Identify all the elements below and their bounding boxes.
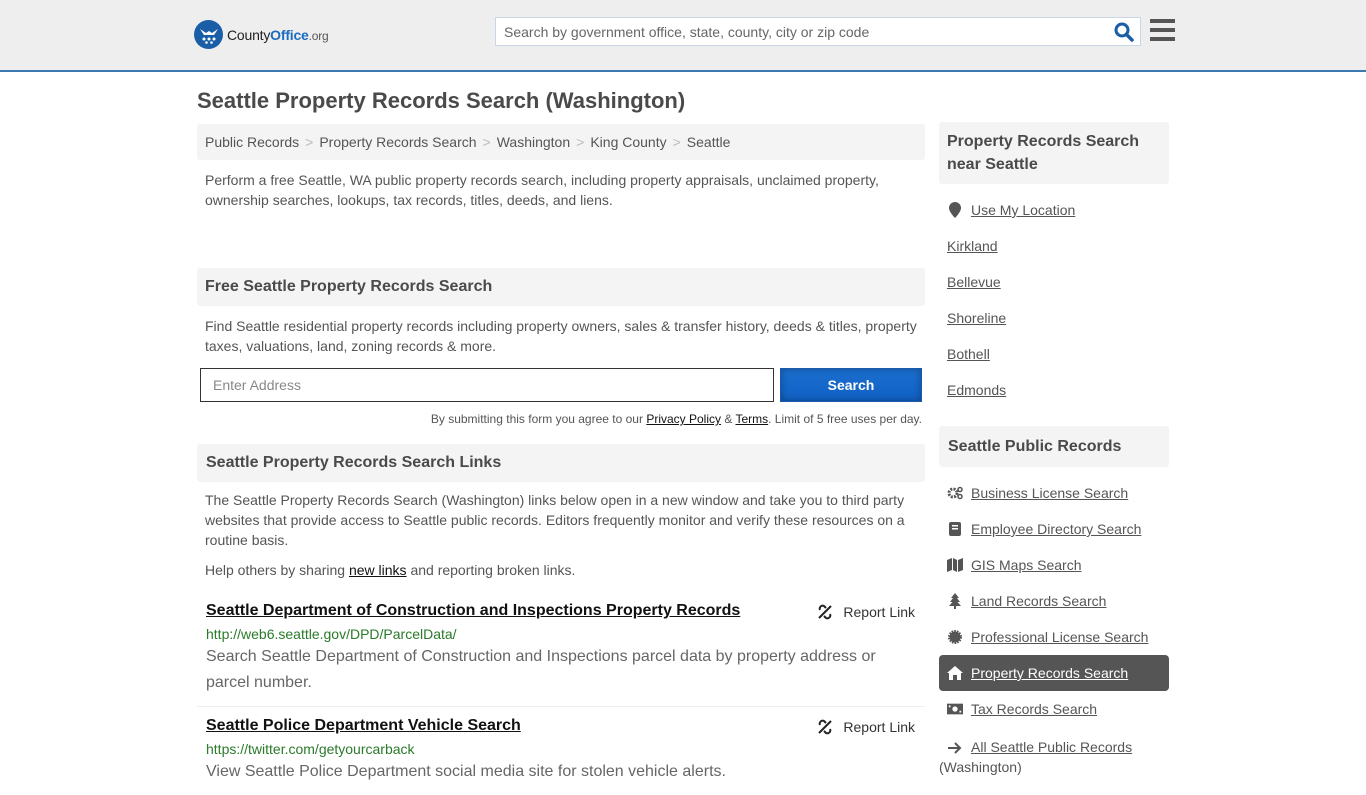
logo-text: CountyOffice.org	[227, 26, 329, 43]
link-item: Seattle Police Department Vehicle Search…	[197, 707, 925, 795]
eagle-logo-icon	[194, 20, 223, 49]
disclaimer-amp: &	[721, 412, 736, 426]
site-header: CountyOffice.org	[0, 0, 1366, 72]
map-icon	[947, 557, 963, 573]
sidebar-item-tax-records[interactable]: Tax Records Search	[939, 691, 1169, 727]
sidebar-item-land-records[interactable]: Land Records Search	[939, 583, 1169, 619]
search-icon[interactable]	[1114, 22, 1134, 42]
breadcrumb-public-records[interactable]: Public Records	[205, 134, 299, 150]
public-records-heading: Seattle Public Records	[939, 426, 1169, 467]
home-icon	[947, 665, 963, 681]
link-description: View Seattle Police Department social me…	[206, 763, 726, 780]
breadcrumb-separator: >	[305, 134, 314, 150]
arrow-right-icon	[947, 740, 963, 756]
nearby-list: Use My Location Kirkland Bellevue Shorel…	[939, 184, 1169, 418]
sidebar-item-all-records[interactable]: All Seattle Public Records (Washington)	[939, 727, 1169, 777]
sidebar-item-employee-directory[interactable]: Employee Directory Search	[939, 511, 1169, 547]
free-search-heading: Free Seattle Property Records Search	[197, 268, 925, 306]
nearby-city-link[interactable]: Bothell	[947, 346, 990, 362]
address-input[interactable]	[200, 368, 774, 402]
breadcrumb-seattle: Seattle	[686, 134, 731, 150]
intro-text: Perform a free Seattle, WA public proper…	[205, 172, 879, 208]
tree-icon	[947, 593, 963, 609]
nearby-city-bellevue[interactable]: Bellevue	[939, 264, 1169, 300]
sidebar-link[interactable]: Professional License Search	[971, 629, 1148, 645]
nearby-city-kirkland[interactable]: Kirkland	[939, 228, 1169, 264]
breadcrumb-king-county[interactable]: King County	[590, 134, 666, 150]
sidebar-link[interactable]: Land Records Search	[971, 593, 1106, 609]
report-link-button[interactable]: Report Link	[817, 604, 915, 620]
privacy-policy-link[interactable]: Privacy Policy	[646, 412, 721, 426]
use-my-location-link[interactable]: Use My Location	[971, 202, 1075, 218]
sidebar-link[interactable]: Tax Records Search	[971, 701, 1097, 717]
link-url: http://web6.seattle.gov/DPD/ParcelData/	[206, 626, 457, 642]
report-link-label: Report Link	[843, 719, 915, 735]
search-button[interactable]: Search	[780, 368, 922, 402]
sidebar: Property Records Search near Seattle Use…	[939, 122, 1169, 787]
sidebar-link[interactable]: Property Records Search	[971, 665, 1128, 681]
breadcrumb: Public Records > Property Records Search > W…	[197, 124, 925, 160]
use-my-location[interactable]: Use My Location	[939, 192, 1169, 228]
hamburger-menu-icon[interactable]	[1150, 19, 1175, 41]
link-item: Seattle Department of Construction and I…	[197, 592, 925, 707]
help-suffix: and reporting broken links.	[406, 562, 576, 578]
main-content: Public Records > Property Records Search > W…	[197, 124, 925, 795]
breadcrumb-separator: >	[576, 134, 585, 150]
form-disclaimer: By submitting this form you agree to our…	[197, 412, 925, 426]
terms-link[interactable]: Terms	[735, 412, 768, 426]
sidebar-item-gis-maps[interactable]: GIS Maps Search	[939, 547, 1169, 583]
disclaimer-text: By submitting this form you agree to our	[430, 412, 647, 426]
links-description: The Seattle Property Records Search (Was…	[205, 492, 905, 548]
link-title[interactable]: Seattle Department of Construction and I…	[206, 602, 740, 619]
links-heading: Seattle Property Records Search Links	[197, 444, 925, 482]
page-title: Seattle Property Records Search (Washing…	[197, 88, 686, 113]
sidebar-link[interactable]: All Seattle Public Records	[971, 739, 1132, 755]
certificate-icon	[947, 629, 963, 645]
sidebar-link[interactable]: GIS Maps Search	[971, 557, 1082, 573]
link-title[interactable]: Seattle Police Department Vehicle Search	[206, 717, 521, 734]
free-search-description: Find Seattle residential property record…	[205, 318, 917, 354]
breadcrumb-separator: >	[482, 134, 491, 150]
broken-link-icon	[818, 604, 833, 620]
breadcrumb-washington[interactable]: Washington	[497, 134, 570, 150]
nearby-city-edmonds[interactable]: Edmonds	[939, 372, 1169, 408]
nearby-city-link[interactable]: Shoreline	[947, 310, 1006, 326]
site-search-input[interactable]	[496, 18, 1096, 45]
money-icon	[947, 701, 963, 717]
nearby-city-link[interactable]: Kirkland	[947, 238, 998, 254]
sidebar-item-business-license[interactable]: Business License Search	[939, 475, 1169, 511]
address-search-form: Search	[197, 368, 925, 402]
gears-icon	[947, 485, 963, 501]
report-link-label: Report Link	[843, 604, 915, 620]
sidebar-link[interactable]: Employee Directory Search	[971, 521, 1141, 537]
links-list: Seattle Department of Construction and I…	[197, 592, 925, 795]
nearby-city-shoreline[interactable]: Shoreline	[939, 300, 1169, 336]
new-links-link[interactable]: new links	[349, 562, 407, 578]
map-marker-icon	[947, 202, 963, 218]
help-prefix: Help others by sharing	[205, 562, 349, 578]
disclaimer-limit: . Limit of 5 free uses per day.	[768, 412, 922, 426]
link-url: https://twitter.com/getyourcarback	[206, 741, 415, 757]
breadcrumb-separator: >	[672, 134, 681, 150]
sidebar-item-property-records[interactable]: Property Records Search	[939, 655, 1169, 691]
nearby-heading: Property Records Search near Seattle	[939, 122, 1169, 184]
nearby-city-link[interactable]: Bellevue	[947, 274, 1001, 290]
site-search	[495, 17, 1141, 46]
public-records-list: Business License Search Employee Directo…	[939, 467, 1169, 787]
sidebar-link[interactable]: Business License Search	[971, 485, 1128, 501]
all-records-suffix: (Washington)	[939, 759, 1022, 775]
link-description: Search Seattle Department of Constructio…	[206, 648, 876, 691]
sidebar-item-professional-license[interactable]: Professional License Search	[939, 619, 1169, 655]
book-icon	[947, 521, 963, 537]
nearby-city-bothell[interactable]: Bothell	[939, 336, 1169, 372]
nearby-city-link[interactable]: Edmonds	[947, 382, 1006, 398]
broken-link-icon	[818, 719, 833, 735]
help-text: Help others by sharing new links and rep…	[197, 560, 925, 580]
site-logo[interactable]: CountyOffice.org	[194, 20, 329, 49]
breadcrumb-property-records[interactable]: Property Records Search	[319, 134, 476, 150]
report-link-button[interactable]: Report Link	[817, 719, 915, 735]
